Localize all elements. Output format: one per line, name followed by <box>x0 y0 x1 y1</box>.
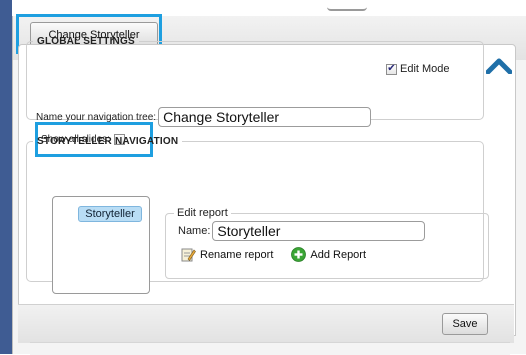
edit-report-legend: Edit report <box>177 207 228 219</box>
save-button[interactable]: Save <box>442 313 488 335</box>
tree-item-storyteller[interactable]: Storyteller <box>78 206 142 222</box>
global-settings-legend: GLOBAL SETTINGS <box>37 36 135 47</box>
rename-report-button[interactable]: Rename report <box>181 247 273 262</box>
storyteller-navigation-legend: STORYTELLER NAVIGATION <box>37 136 179 147</box>
panel-footer <box>18 304 514 343</box>
rename-pencil-icon <box>181 248 196 262</box>
plus-circle-icon <box>291 247 307 262</box>
scrollbar-thumb[interactable] <box>327 3 367 11</box>
edit-report-group: Edit report <box>165 207 489 279</box>
window-left-border <box>0 0 12 354</box>
chevron-up-icon[interactable] <box>486 58 512 74</box>
add-report-button[interactable]: Add Report <box>291 247 366 262</box>
report-actions: Rename report Add Report <box>181 247 366 262</box>
report-name-input[interactable] <box>212 221 426 241</box>
report-name-label: Name: <box>178 225 211 237</box>
tree-name-label: Name your navigation tree: <box>36 111 157 123</box>
add-report-label: Add Report <box>310 248 367 261</box>
rename-report-label: Rename report <box>200 248 274 261</box>
tree-name-input[interactable] <box>158 107 372 127</box>
report-name-row: Name: <box>178 221 426 241</box>
panel-bottom-edge <box>30 342 510 355</box>
